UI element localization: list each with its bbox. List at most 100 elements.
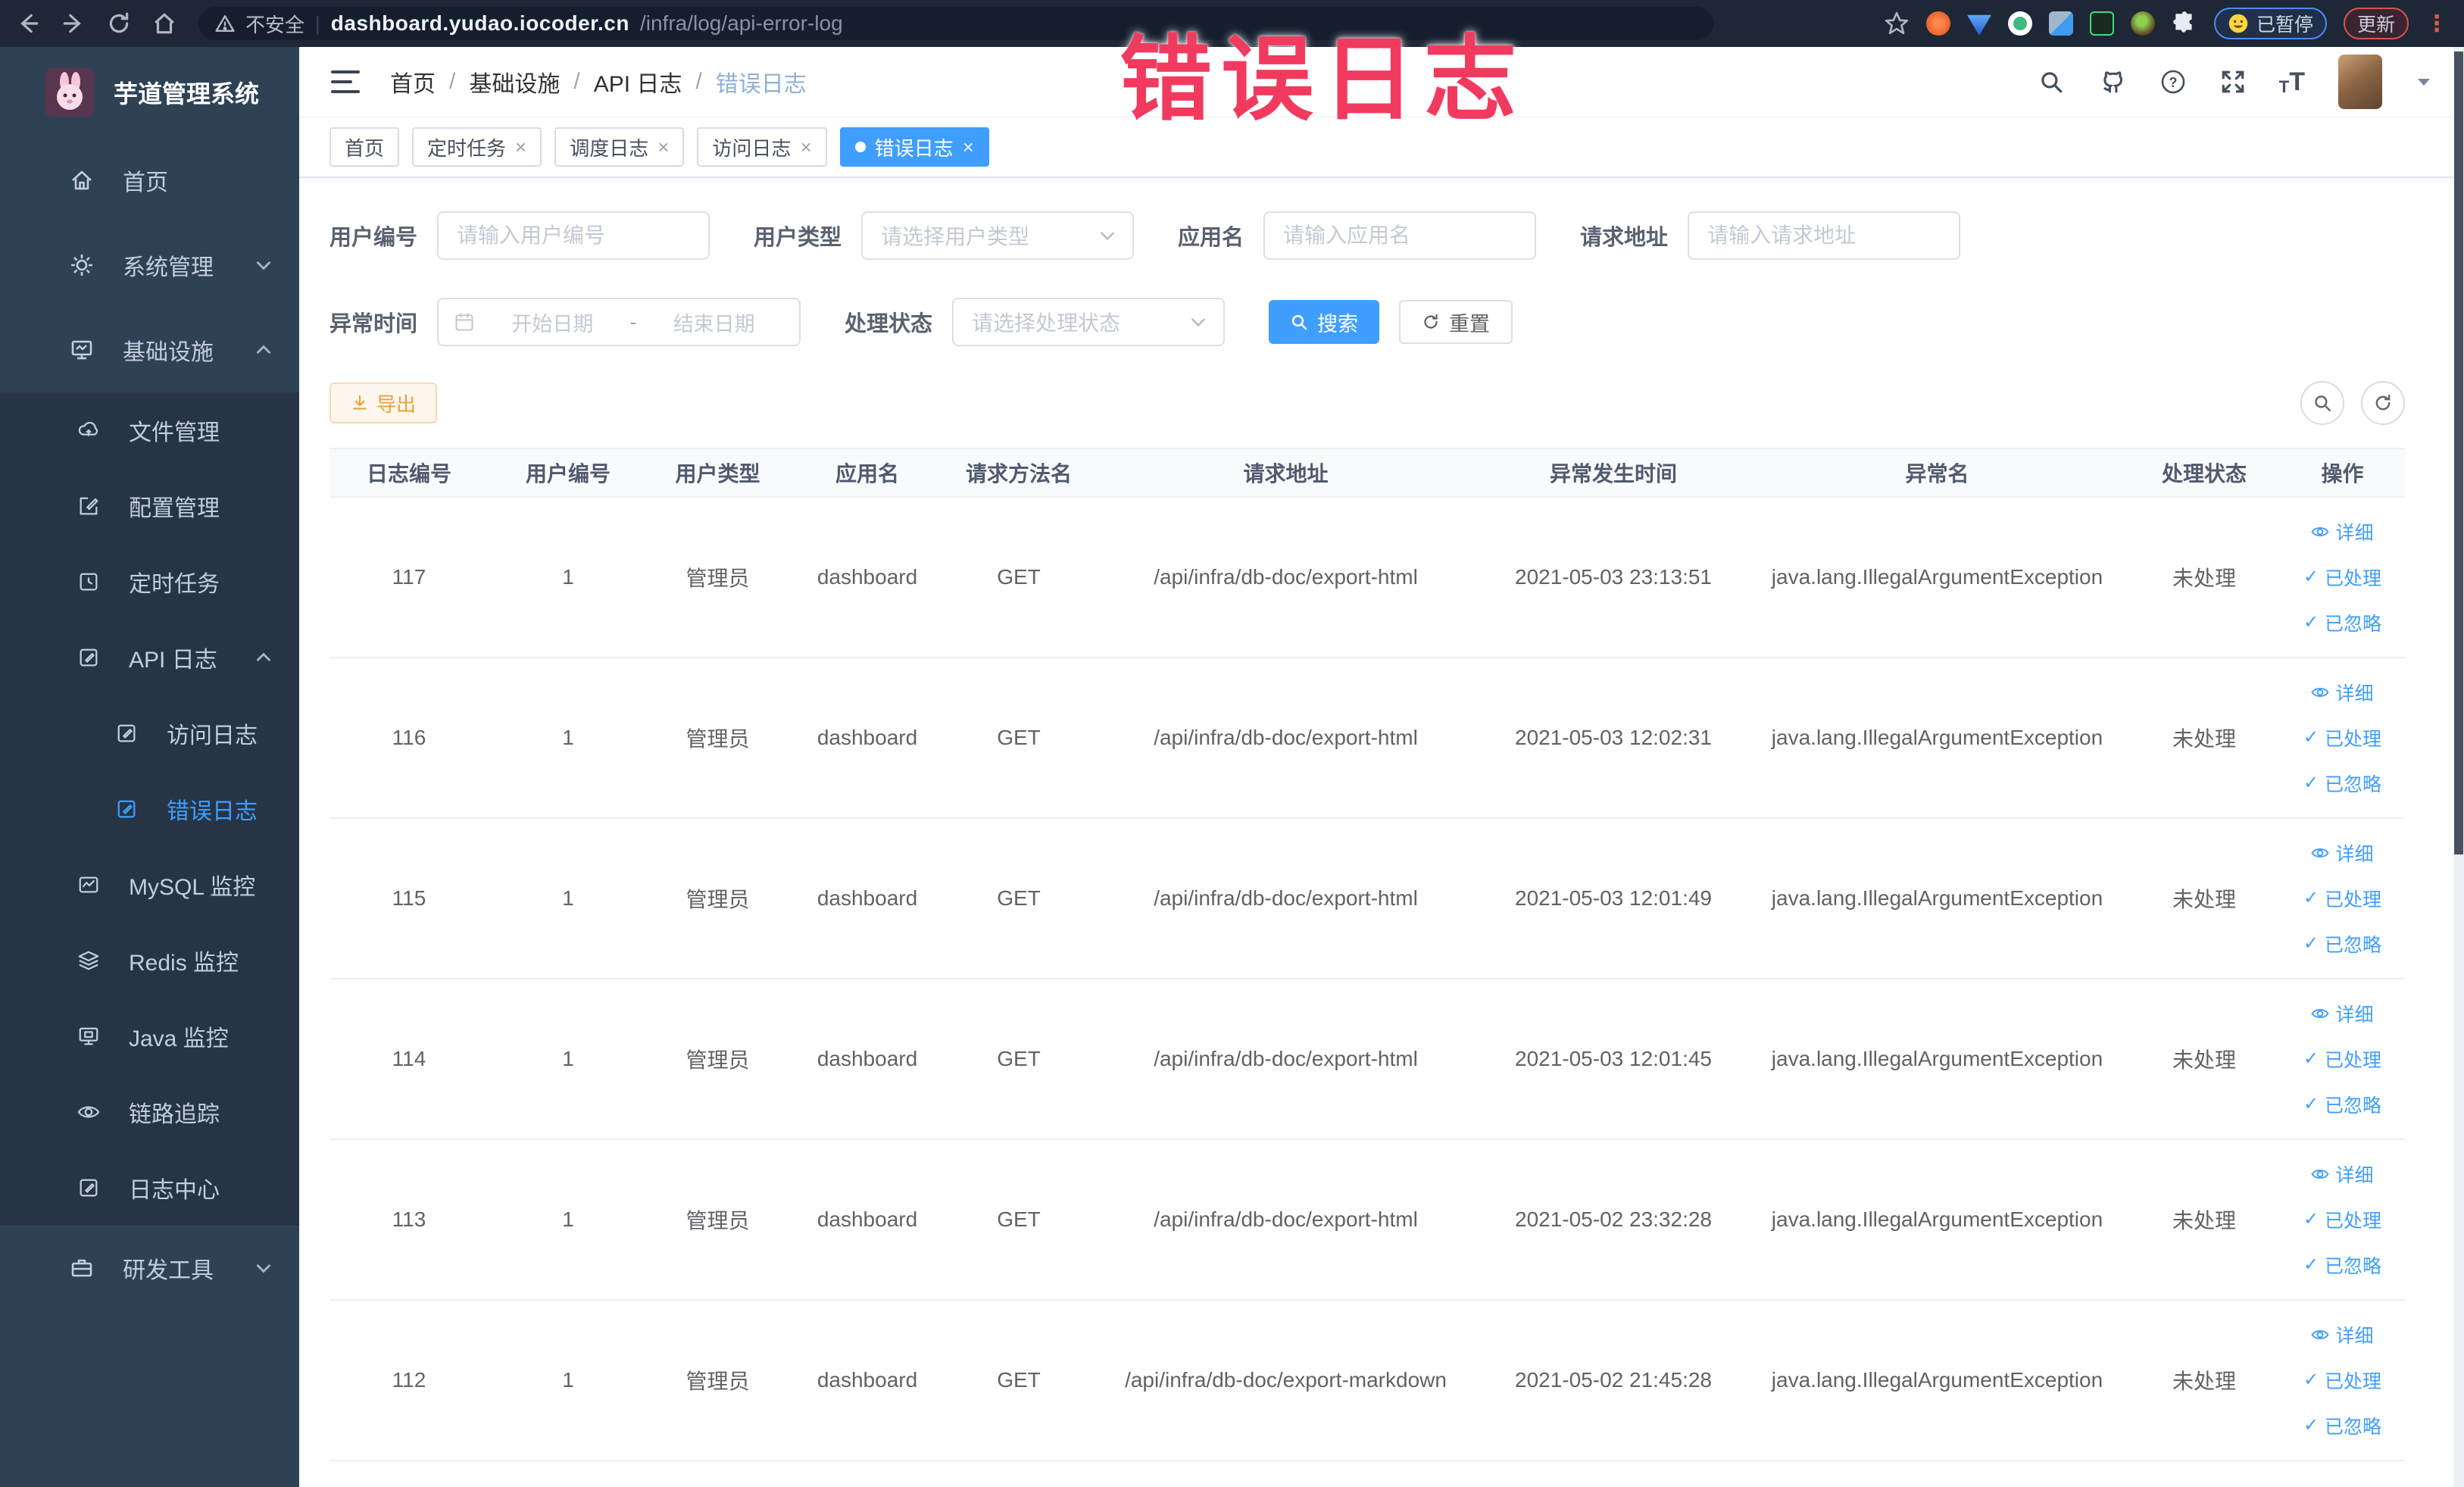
detail-link[interactable]: 详细 xyxy=(2311,1321,2374,1348)
mark-ignored-link[interactable]: ✓ 已忽略 xyxy=(2303,1412,2381,1439)
mark-processed-link[interactable]: ✓ 已处理 xyxy=(2303,1045,2381,1073)
check-icon: ✓ xyxy=(2303,612,2319,633)
scrollbar-thumb[interactable] xyxy=(2454,52,2463,854)
chevron-down-icon xyxy=(1191,318,1205,327)
table-row: 113 1 管理员 dashboard GET /api/infra/db-do… xyxy=(329,1139,2405,1301)
caret-down-icon[interactable] xyxy=(2416,76,2432,88)
breadcrumb-infra[interactable]: 基础设施 xyxy=(469,65,560,98)
detail-link[interactable]: 详细 xyxy=(2311,518,2374,545)
extension-grid-icon[interactable] xyxy=(2048,11,2073,36)
mark-ignored-link[interactable]: ✓ 已忽略 xyxy=(2303,930,2381,957)
sidebar-item-config[interactable]: 配置管理 xyxy=(0,468,299,544)
mark-processed-link[interactable]: ✓ 已处理 xyxy=(2303,1367,2381,1394)
sidebar-item-log-center[interactable]: 日志中心 xyxy=(0,1150,299,1226)
puzzle-icon[interactable] xyxy=(2172,11,2197,36)
extension-vue-icon[interactable] xyxy=(2007,11,2032,36)
search-icon xyxy=(2315,395,2331,411)
bookmark-star-icon[interactable] xyxy=(1884,11,1910,36)
browser-menu-icon[interactable]: ⋮ xyxy=(2425,11,2449,37)
update-button[interactable]: 更新 xyxy=(2343,8,2409,39)
export-button[interactable]: 导出 xyxy=(329,383,438,423)
end-date-placeholder: 结束日期 xyxy=(673,312,755,336)
user-id-input[interactable] xyxy=(437,211,710,260)
refresh-table-button[interactable] xyxy=(2361,381,2405,425)
fullscreen-icon[interactable] xyxy=(2220,69,2246,95)
mark-ignored-link[interactable]: ✓ 已忽略 xyxy=(2303,1091,2381,1118)
java-monitor-icon xyxy=(79,1027,98,1045)
detail-link[interactable]: 详细 xyxy=(2311,679,2374,706)
search-button[interactable]: 搜索 xyxy=(1269,300,1380,344)
eye-icon xyxy=(2311,1169,2330,1179)
close-icon[interactable]: × xyxy=(963,137,974,157)
mark-ignored-link[interactable]: ✓ 已忽略 xyxy=(2303,770,2381,797)
mark-processed-link[interactable]: ✓ 已处理 xyxy=(2303,885,2381,912)
show-search-toggle-button[interactable] xyxy=(2300,381,2344,425)
check-icon: ✓ xyxy=(2303,1048,2319,1069)
home-icon[interactable] xyxy=(151,11,177,36)
mysql-monitor-icon xyxy=(79,876,98,893)
address-bar[interactable]: 不安全 | dashboard.yudao.iocoder.cn/infra/l… xyxy=(198,7,1713,40)
tab-error-log[interactable]: 错误日志 × xyxy=(839,127,989,167)
tab-access-log[interactable]: 访问日志 × xyxy=(697,127,827,167)
avatar[interactable] xyxy=(2338,55,2382,109)
mark-processed-link[interactable]: ✓ 已处理 xyxy=(2303,564,2381,591)
request-url-input[interactable] xyxy=(1688,211,1961,260)
sidebar-item-infra[interactable]: 基础设施 xyxy=(0,308,299,392)
browser-nav xyxy=(15,11,177,36)
github-icon[interactable] xyxy=(2097,67,2126,96)
mark-processed-link[interactable]: ✓ 已处理 xyxy=(2303,1206,2381,1233)
detail-link[interactable]: 详细 xyxy=(2311,1161,2374,1188)
sidebar-item-api-log[interactable]: API 日志 xyxy=(0,620,299,695)
app-name-input[interactable] xyxy=(1263,211,1537,260)
mark-ignored-link[interactable]: ✓ 已忽略 xyxy=(2303,609,2381,636)
tab-home[interactable]: 首页 xyxy=(329,127,400,167)
detail-link[interactable]: 详细 xyxy=(2311,1000,2374,1027)
extension-orange-icon[interactable] xyxy=(1925,11,1950,36)
sidebar-item-system[interactable]: 系统管理 xyxy=(0,223,299,308)
sidebar-item-mysql[interactable]: MySQL 监控 xyxy=(0,847,299,923)
sidebar-item-job[interactable]: 定时任务 xyxy=(0,544,299,620)
font-size-icon[interactable]: TT xyxy=(2279,67,2305,97)
sidebar-item-dev-tools[interactable]: 研发工具 xyxy=(0,1226,299,1310)
sidebar-item-trace[interactable]: 链路追踪 xyxy=(0,1074,299,1150)
detail-link[interactable]: 详细 xyxy=(2311,839,2374,867)
sidebar-toggle-icon[interactable] xyxy=(331,70,360,93)
paused-badge[interactable]: 已暂停 xyxy=(2213,8,2327,39)
reload-icon[interactable] xyxy=(106,11,132,36)
search-icon[interactable] xyxy=(2038,69,2064,95)
sidebar-item-redis[interactable]: Redis 监控 xyxy=(0,923,299,998)
process-status-select[interactable]: 请选择处理状态 xyxy=(952,298,1226,346)
extension-blue-icon[interactable] xyxy=(1966,14,1991,36)
extension-monkey-icon[interactable] xyxy=(2130,11,2155,36)
exception-time-range-picker[interactable]: 开始日期 - 结束日期 xyxy=(437,298,801,346)
forward-icon[interactable] xyxy=(61,11,86,36)
back-icon[interactable] xyxy=(15,11,41,36)
sidebar-item-access-log[interactable]: 访问日志 xyxy=(0,695,299,771)
tab-job[interactable]: 定时任务 × xyxy=(412,127,542,167)
close-icon[interactable]: × xyxy=(515,137,526,157)
help-icon[interactable]: ? xyxy=(2160,68,2187,95)
breadcrumb-home[interactable]: 首页 xyxy=(390,65,436,98)
sidebar-item-file[interactable]: 文件管理 xyxy=(0,392,299,468)
sidebar-item-home[interactable]: 首页 xyxy=(0,138,299,223)
reset-button[interactable]: 重置 xyxy=(1399,300,1513,344)
page-scrollbar[interactable] xyxy=(2453,47,2464,1487)
url-host: dashboard.yudao.iocoder.cn xyxy=(330,11,629,35)
tab-job-log[interactable]: 调度日志 × xyxy=(554,127,685,167)
mark-processed-link[interactable]: ✓ 已处理 xyxy=(2303,724,2381,751)
close-icon[interactable]: × xyxy=(800,137,811,157)
close-icon[interactable]: × xyxy=(657,137,669,157)
user-type-select[interactable]: 请选择用户类型 xyxy=(861,211,1135,260)
infra-submenu: 文件管理 配置管理 定时任务 API 日志 访问日志 错误日志 MySQL 监控… xyxy=(0,392,299,1226)
sidebar-item-java[interactable]: Java 监控 xyxy=(0,998,299,1074)
gear-icon xyxy=(71,255,92,276)
sidebar-item-error-log[interactable]: 错误日志 xyxy=(0,771,299,847)
mark-ignored-link[interactable]: ✓ 已忽略 xyxy=(2303,1251,2381,1279)
chevron-down-icon xyxy=(1101,232,1114,241)
start-date-placeholder: 开始日期 xyxy=(511,312,594,336)
eye-icon xyxy=(2311,526,2330,537)
extension-switch-icon[interactable] xyxy=(2089,11,2114,36)
breadcrumb-api-log[interactable]: API 日志 xyxy=(594,65,682,98)
top-header: 首页 / 基础设施 / API 日志 / 错误日志 ? TT xyxy=(299,47,2464,117)
exception-time-label: 异常时间 xyxy=(329,312,418,336)
